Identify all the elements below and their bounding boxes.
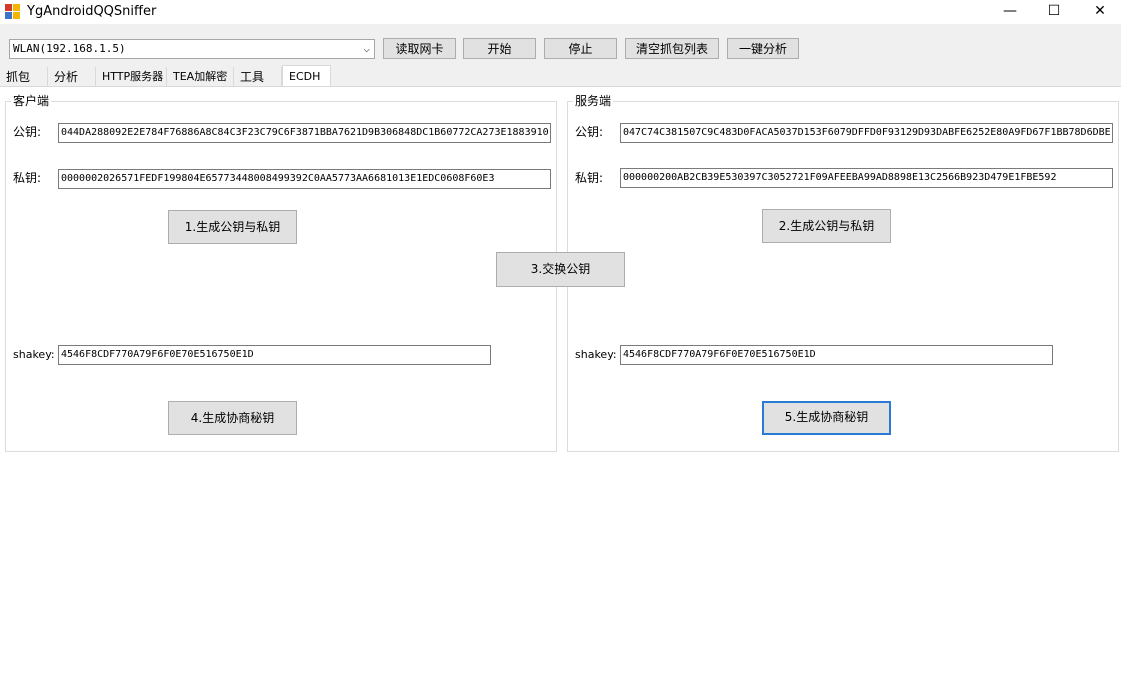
clear-capture-list-button[interactable]: 清空抓包列表: [625, 38, 719, 59]
server-generate-shared-key-button[interactable]: 5.生成协商秘钥: [762, 401, 891, 435]
app-logo-icon: [5, 4, 21, 20]
tab-http-server[interactable]: HTTP服务器: [96, 67, 167, 87]
app-window: YgAndroidQQSniffer — ☐ ✕ WLAN(192.168.1.…: [0, 0, 1121, 682]
client-shakey-field[interactable]: 4546F8CDF770A79F6F0E70E516750E1D: [58, 345, 491, 365]
exchange-public-keys-button[interactable]: 3.交换公钥: [496, 252, 625, 287]
stop-button[interactable]: 停止: [544, 38, 617, 59]
client-group: 客户端: [5, 94, 557, 452]
client-shakey-label: shakey:: [13, 348, 55, 361]
server-private-key-field[interactable]: 000000200AB2CB39E530397C3052721F09AFEEBA…: [620, 168, 1113, 188]
tab-capture[interactable]: 抓包: [0, 67, 48, 87]
server-group: 服务端: [567, 94, 1119, 452]
server-generate-keypair-button[interactable]: 2.生成公钥与私钥: [762, 209, 891, 243]
nic-select[interactable]: WLAN(192.168.1.5) ⌵: [9, 39, 375, 59]
server-group-title: 服务端: [573, 94, 614, 108]
window-title: YgAndroidQQSniffer: [27, 4, 157, 19]
client-generate-shared-key-button[interactable]: 4.生成协商秘钥: [168, 401, 297, 435]
minimize-icon[interactable]: —: [987, 0, 1033, 24]
maximize-icon[interactable]: ☐: [1031, 0, 1077, 24]
client-private-key-field[interactable]: 0000002026571FEDF199804E6577344800849939…: [58, 169, 551, 189]
title-bar: YgAndroidQQSniffer — ☐ ✕: [0, 0, 1121, 24]
server-private-key-label: 私钥:: [575, 171, 604, 185]
tab-divider: [0, 86, 1121, 87]
chevron-down-icon[interactable]: ⌵: [363, 40, 370, 58]
tab-ecdh[interactable]: ECDH: [282, 65, 331, 87]
tab-tools[interactable]: 工具: [234, 67, 282, 87]
server-shakey-field[interactable]: 4546F8CDF770A79F6F0E70E516750E1D: [620, 345, 1053, 365]
server-shakey-label: shakey:: [575, 348, 617, 361]
server-public-key-field[interactable]: 047C74C381507C9C483D0FACA5037D153F6079DF…: [620, 123, 1113, 143]
nic-select-value: WLAN(192.168.1.5): [13, 42, 126, 55]
client-group-title: 客户端: [11, 94, 52, 108]
server-public-key-label: 公钥:: [575, 125, 604, 139]
one-click-analyze-button[interactable]: 一键分析: [727, 38, 799, 59]
start-button[interactable]: 开始: [463, 38, 536, 59]
tab-analysis[interactable]: 分析: [48, 67, 96, 87]
read-nic-button[interactable]: 读取网卡: [383, 38, 456, 59]
tab-tea-crypto[interactable]: TEA加解密: [167, 67, 234, 87]
client-public-key-field[interactable]: 044DA288092E2E784F76886A8C84C3F23C79C6F3…: [58, 123, 551, 143]
client-private-key-label: 私钥:: [13, 171, 42, 185]
client-public-key-label: 公钥:: [13, 125, 42, 139]
close-icon[interactable]: ✕: [1077, 0, 1121, 24]
tab-strip: 抓包 分析 HTTP服务器 TEA加解密 工具 ECDH: [0, 65, 1121, 87]
client-generate-keypair-button[interactable]: 1.生成公钥与私钥: [168, 210, 297, 244]
